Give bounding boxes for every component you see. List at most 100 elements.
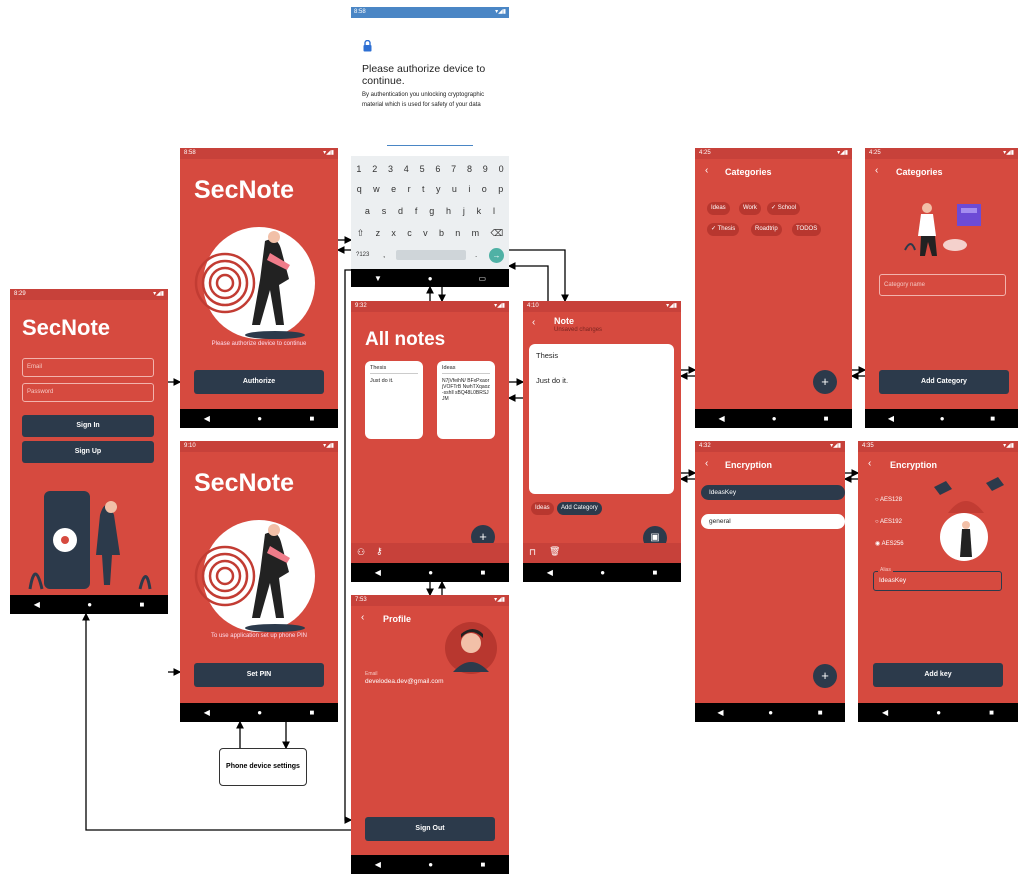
key[interactable]: g — [429, 206, 434, 216]
note-card[interactable]: Ideas N7jVfeihN/ BFxPxaorjVOFTrB NwhTXqa… — [437, 361, 495, 439]
symbols-key[interactable]: ?123 — [356, 252, 369, 258]
key[interactable]: a — [365, 206, 370, 216]
key[interactable]: r — [408, 184, 411, 194]
recents-nav-icon[interactable]: ■ — [824, 414, 829, 423]
key[interactable]: l — [493, 206, 495, 216]
key[interactable]: h — [446, 206, 451, 216]
key-item-selected[interactable]: IdeasKey — [701, 485, 845, 500]
home-nav-icon[interactable]: ● — [940, 414, 945, 423]
key[interactable]: u — [452, 184, 457, 194]
category-chip[interactable]: Work — [739, 202, 761, 215]
back-nav-icon[interactable]: ◀ — [888, 414, 894, 423]
add-category-submit[interactable]: Add Category — [879, 370, 1009, 394]
key[interactable]: f — [415, 206, 418, 216]
category-chip[interactable]: TODOS — [792, 223, 822, 236]
back-icon[interactable]: ‹ — [532, 317, 535, 328]
key[interactable]: 1 — [356, 164, 361, 174]
key[interactable]: 6 — [435, 164, 440, 174]
back-nav-icon[interactable]: ▼ — [374, 274, 382, 283]
category-chip[interactable]: Roadtrip — [751, 223, 782, 236]
home-nav-icon[interactable]: ● — [87, 600, 92, 609]
home-nav-icon[interactable]: ● — [768, 708, 773, 717]
key[interactable]: s — [382, 206, 387, 216]
add-key-submit[interactable]: Add key — [873, 663, 1003, 687]
key[interactable]: j — [463, 206, 465, 216]
signin-button[interactable]: Sign In — [22, 415, 154, 437]
key[interactable]: m — [472, 228, 480, 239]
key[interactable]: q — [357, 184, 362, 194]
back-nav-icon[interactable]: ◀ — [204, 414, 210, 423]
recents-nav-icon[interactable]: ■ — [652, 568, 657, 577]
aes-option[interactable]: ○ AES192 — [875, 519, 902, 525]
key[interactable]: o — [482, 184, 487, 194]
home-nav-icon[interactable]: ● — [936, 708, 941, 717]
space-key[interactable] — [396, 250, 466, 260]
back-nav-icon[interactable]: ◀ — [204, 708, 210, 717]
alias-field[interactable]: Alias IdeasKey — [873, 567, 1002, 591]
home-nav-icon[interactable]: ● — [428, 274, 433, 283]
key[interactable]: b — [439, 228, 444, 239]
home-nav-icon[interactable]: ● — [257, 414, 262, 423]
shift-key[interactable]: ⇧ — [357, 228, 365, 239]
category-name-input[interactable]: Category name — [879, 274, 1006, 296]
add-key-button[interactable]: + — [813, 664, 837, 688]
category-chip[interactable]: Ideas — [531, 502, 554, 515]
recents-nav-icon[interactable]: ■ — [309, 414, 314, 423]
key-item[interactable]: general — [701, 514, 845, 529]
category-chip[interactable]: Ideas — [707, 202, 730, 215]
note-editor[interactable]: Thesis Just do it. — [529, 344, 674, 494]
key[interactable]: 4 — [404, 164, 409, 174]
back-nav-icon[interactable]: ◀ — [882, 708, 888, 717]
home-nav-icon[interactable]: ● — [428, 860, 433, 869]
password-input[interactable]: Password — [22, 383, 154, 402]
key[interactable]: k — [477, 206, 482, 216]
key[interactable]: z — [376, 228, 381, 239]
back-nav-icon[interactable]: ◀ — [34, 600, 40, 609]
key[interactable]: n — [455, 228, 460, 239]
period-key[interactable]: . — [475, 250, 477, 259]
setpin-button[interactable]: Set PIN — [194, 663, 324, 687]
key[interactable]: d — [398, 206, 403, 216]
recents-nav-icon[interactable]: ■ — [990, 414, 995, 423]
aes-option[interactable]: ○ AES128 — [875, 497, 902, 503]
enter-key[interactable]: → — [489, 248, 504, 263]
recents-nav-icon[interactable]: ■ — [480, 860, 485, 869]
recents-nav-icon[interactable]: ■ — [139, 600, 144, 609]
back-icon[interactable]: ‹ — [705, 165, 708, 176]
home-nav-icon[interactable]: ● — [257, 708, 262, 717]
key[interactable]: x — [391, 228, 396, 239]
recents-nav-icon[interactable]: ■ — [818, 708, 823, 717]
key[interactable]: t — [422, 184, 425, 194]
key[interactable]: 3 — [388, 164, 393, 174]
home-nav-icon[interactable]: ● — [600, 568, 605, 577]
back-nav-icon[interactable]: ◀ — [547, 568, 553, 577]
key[interactable]: 5 — [420, 164, 425, 174]
note-card[interactable]: Thesis Just do it. — [365, 361, 423, 439]
back-nav-icon[interactable]: ◀ — [375, 568, 381, 577]
authorize-button[interactable]: Authorize — [194, 370, 324, 394]
delete-icon[interactable]: 🗑 — [549, 546, 560, 557]
back-icon[interactable]: ‹ — [361, 612, 364, 623]
key[interactable]: y — [436, 184, 441, 194]
add-category-chip[interactable]: Add Category — [557, 502, 602, 515]
lock-icon[interactable]: ⊓ — [529, 547, 536, 558]
key-icon[interactable]: ⚷ — [376, 546, 383, 557]
key[interactable]: i — [468, 184, 470, 194]
add-category-button[interactable]: + — [813, 370, 837, 394]
aes-option-selected[interactable]: ◉ AES256 — [875, 540, 904, 547]
recents-nav-icon[interactable]: ■ — [989, 708, 994, 717]
key[interactable]: 9 — [483, 164, 488, 174]
back-icon[interactable]: ‹ — [705, 458, 708, 469]
key[interactable]: 0 — [499, 164, 504, 174]
back-icon[interactable]: ‹ — [875, 165, 878, 176]
key[interactable]: e — [391, 184, 396, 194]
recents-nav-icon[interactable]: ■ — [480, 568, 485, 577]
back-nav-icon[interactable]: ◀ — [719, 414, 725, 423]
back-nav-icon[interactable]: ◀ — [717, 708, 723, 717]
profile-icon[interactable]: ⚇ — [357, 547, 365, 558]
signout-button[interactable]: Sign Out — [365, 817, 495, 841]
back-icon[interactable]: ‹ — [868, 458, 871, 469]
category-chip-selected[interactable]: ✓ Thesis — [707, 223, 740, 236]
email-input[interactable]: Email — [22, 358, 154, 377]
back-nav-icon[interactable]: ◀ — [375, 860, 381, 869]
